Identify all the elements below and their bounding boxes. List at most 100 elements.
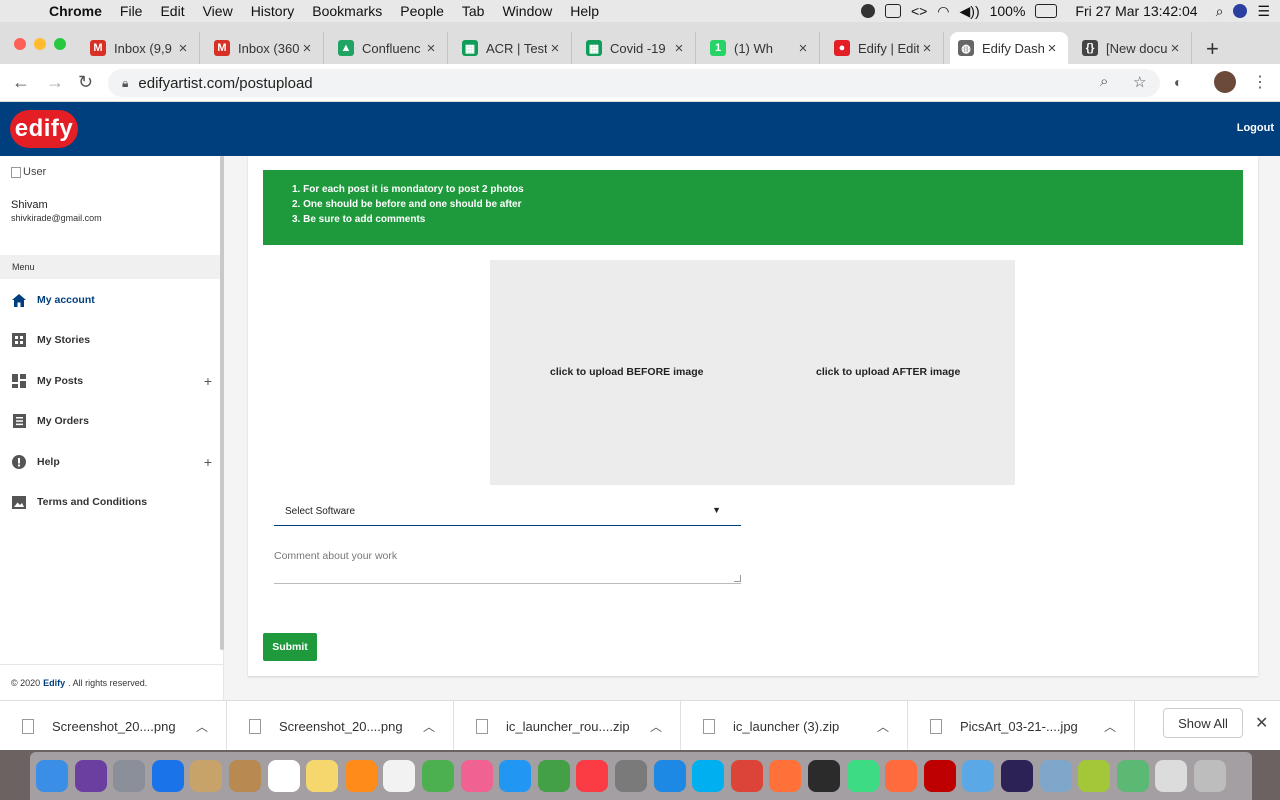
clock[interactable]: Fri 27 Mar 13:42:04: [1075, 3, 1197, 19]
expand-plus-icon[interactable]: +: [204, 454, 212, 470]
reload-icon[interactable]: ↻: [78, 72, 93, 93]
app-store-icon[interactable]: [653, 760, 686, 792]
tab-2[interactable]: M Inbox (360 ×: [206, 32, 324, 64]
download-item[interactable]: ic_launcher (3).zip ︿: [681, 701, 908, 751]
copyright-brand-link[interactable]: Edify: [43, 678, 65, 688]
menu-app-name[interactable]: Chrome: [40, 3, 111, 19]
chevron-up-icon[interactable]: ︿: [196, 718, 208, 735]
system-preferences-icon[interactable]: [615, 760, 647, 792]
sidebar-item-my-stories[interactable]: My Stories: [0, 320, 220, 360]
close-shelf-icon[interactable]: ✕: [1255, 713, 1268, 733]
trash-icon[interactable]: [1194, 760, 1226, 792]
sidebar-item-my-account[interactable]: My account: [0, 280, 220, 320]
menu-tab[interactable]: Tab: [453, 3, 494, 19]
tab-8[interactable]: ◍ Edify Dash ×: [950, 32, 1068, 64]
lock-icon[interactable]: 🔒︎: [122, 76, 128, 91]
sheets-icon[interactable]: [1116, 760, 1149, 792]
close-tab-icon[interactable]: ×: [919, 40, 935, 57]
battery-icon[interactable]: [1035, 4, 1058, 18]
expand-plus-icon[interactable]: +: [204, 373, 212, 389]
download-item[interactable]: Screenshot_20....png ︿: [0, 701, 227, 751]
control-list-icon[interactable]: ☰: [1257, 3, 1270, 20]
image-capture-icon[interactable]: [1039, 760, 1072, 792]
menu-help[interactable]: Help: [561, 3, 608, 19]
zoom-icon[interactable]: ⌕: [1100, 73, 1108, 90]
calendar-icon[interactable]: [267, 760, 300, 792]
resize-grip-icon[interactable]: [734, 575, 741, 582]
finder-icon[interactable]: [36, 760, 68, 792]
tab-6[interactable]: 1 (1) Wh ×: [702, 32, 820, 64]
software-select[interactable]: Select Software ▼: [274, 497, 741, 526]
tab-4[interactable]: ▦ ACR | Test ×: [454, 32, 572, 64]
extension-icon[interactable]: ◐: [1174, 74, 1182, 90]
chevron-up-icon[interactable]: ︿: [877, 718, 889, 735]
tab-9[interactable]: {} [New docu ×: [1074, 32, 1192, 64]
facetime-icon[interactable]: [537, 760, 570, 792]
chevron-up-icon[interactable]: ︿: [1104, 718, 1116, 735]
close-tab-icon[interactable]: ×: [1167, 40, 1183, 57]
firefox-icon[interactable]: [769, 760, 802, 792]
back-icon[interactable]: ←: [12, 72, 30, 93]
preview-icon[interactable]: [190, 760, 223, 792]
eclipse-icon[interactable]: [1001, 760, 1033, 792]
sourcetree-icon[interactable]: [808, 760, 840, 792]
android-icon[interactable]: [1078, 760, 1111, 792]
close-tab-icon[interactable]: ×: [1044, 40, 1060, 57]
chrome-icon[interactable]: [730, 760, 763, 792]
wifi-icon[interactable]: ◠: [937, 3, 949, 20]
android-studio-icon[interactable]: [846, 760, 879, 792]
close-tab-icon[interactable]: ×: [547, 40, 563, 57]
forward-icon[interactable]: →: [46, 72, 64, 93]
upload-after-button[interactable]: click to upload AFTER image: [816, 366, 960, 378]
spotlight-icon[interactable]: ⌕: [1216, 3, 1224, 20]
tab-3[interactable]: ▲ Confluenc ×: [330, 32, 448, 64]
chevron-up-icon[interactable]: ︿: [650, 718, 662, 735]
menu-bookmarks[interactable]: Bookmarks: [303, 3, 391, 19]
menu-people[interactable]: People: [391, 3, 453, 19]
status-app-icon[interactable]: [860, 4, 875, 18]
sidebar-item-terms[interactable]: Terms and Conditions: [0, 482, 220, 522]
documents-icon[interactable]: [1155, 760, 1188, 792]
address-bar[interactable]: 🔒︎ edifyartist.com/postupload ⌕ ☆: [108, 69, 1160, 97]
code-icon[interactable]: <>: [911, 3, 927, 19]
music-icon[interactable]: [576, 760, 609, 792]
tab-7[interactable]: ● Edify | Edit ×: [826, 32, 944, 64]
safari-icon[interactable]: [151, 760, 184, 792]
books-icon[interactable]: [344, 760, 377, 792]
sidebar-item-my-orders[interactable]: My Orders: [0, 401, 220, 441]
close-tab-icon[interactable]: ×: [299, 40, 315, 57]
edify-logo[interactable]: edify: [10, 110, 78, 148]
status-bold-icon[interactable]: [884, 4, 901, 18]
tab-5[interactable]: ▦ Covid -19 ×: [578, 32, 696, 64]
menu-history[interactable]: History: [242, 3, 304, 19]
filezilla-icon[interactable]: [923, 760, 956, 792]
close-window-icon[interactable]: [14, 38, 26, 50]
zoom-window-icon[interactable]: [54, 38, 66, 50]
profile-avatar[interactable]: [1214, 71, 1236, 93]
logout-link[interactable]: Logout: [1237, 122, 1274, 134]
chevron-up-icon[interactable]: ︿: [423, 718, 435, 735]
show-all-downloads-button[interactable]: Show All: [1163, 708, 1243, 738]
siri-icon[interactable]: [1233, 4, 1248, 18]
sidebar-item-my-posts[interactable]: My Posts +: [0, 361, 220, 401]
close-tab-icon[interactable]: ×: [175, 40, 191, 57]
contacts-icon[interactable]: [229, 760, 261, 792]
maps-icon[interactable]: [422, 760, 454, 792]
tab-1[interactable]: M Inbox (9,9 ×: [82, 32, 200, 64]
download-item[interactable]: ic_launcher_rou....zip ︿: [454, 701, 681, 751]
launchpad-icon[interactable]: [113, 760, 146, 792]
upload-before-button[interactable]: click to upload BEFORE image: [550, 366, 703, 378]
sidebar-item-help[interactable]: Help +: [0, 442, 220, 482]
reminders-icon[interactable]: [383, 760, 416, 792]
close-tab-icon[interactable]: ×: [423, 40, 439, 57]
menu-window[interactable]: Window: [493, 3, 561, 19]
volume-icon[interactable]: ◀)): [960, 3, 980, 20]
download-item[interactable]: PicsArt_03-21-....jpg ︿: [908, 701, 1135, 751]
siri-icon[interactable]: [74, 760, 107, 792]
minimize-window-icon[interactable]: [34, 38, 46, 50]
chrome-menu-icon[interactable]: ⋮: [1252, 72, 1268, 92]
comment-textarea[interactable]: Comment about your work: [274, 546, 741, 584]
skype-icon[interactable]: [692, 760, 725, 792]
close-tab-icon[interactable]: ×: [795, 40, 811, 57]
folder-icon[interactable]: [962, 760, 995, 792]
